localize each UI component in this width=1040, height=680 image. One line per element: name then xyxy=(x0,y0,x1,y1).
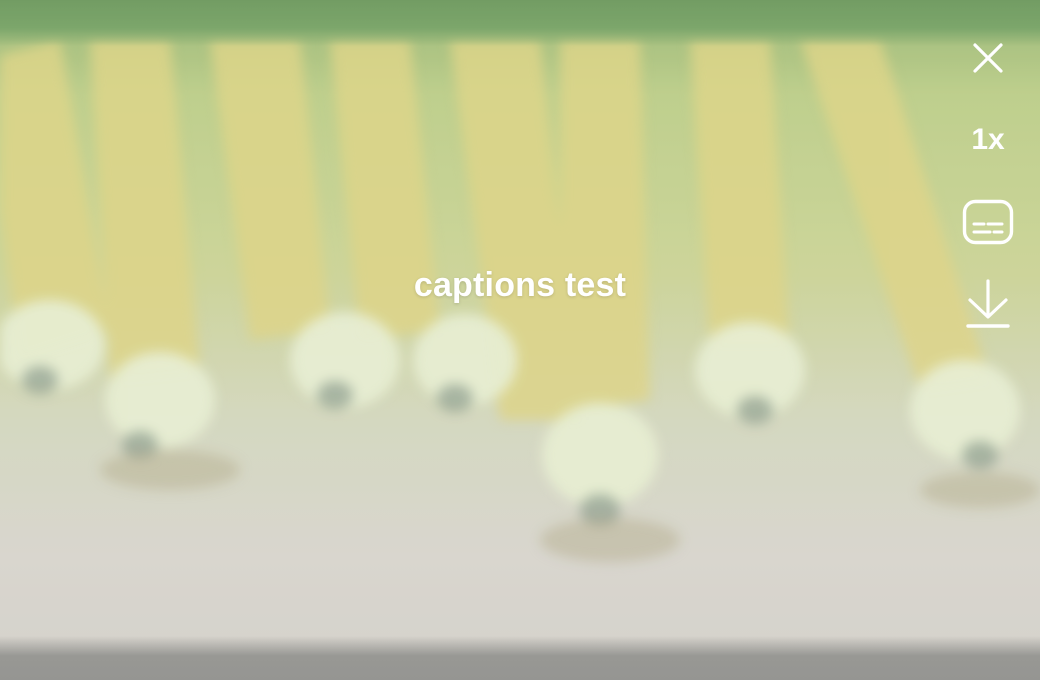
download-icon xyxy=(966,279,1010,328)
player-controls: 1x xyxy=(960,30,1016,332)
captions-button[interactable] xyxy=(960,194,1016,250)
close-button[interactable] xyxy=(960,30,1016,86)
caption-text: captions test xyxy=(413,266,627,304)
video-dim-overlay xyxy=(0,0,1040,680)
download-button[interactable] xyxy=(960,276,1016,332)
close-icon xyxy=(973,43,1003,73)
playback-speed-button[interactable]: 1x xyxy=(960,112,1016,168)
media-viewer: captions test 1x xyxy=(0,0,1040,680)
playback-speed-label: 1x xyxy=(971,123,1005,156)
video-frame-backdrop xyxy=(0,0,1040,680)
subtitles-icon xyxy=(962,199,1014,245)
